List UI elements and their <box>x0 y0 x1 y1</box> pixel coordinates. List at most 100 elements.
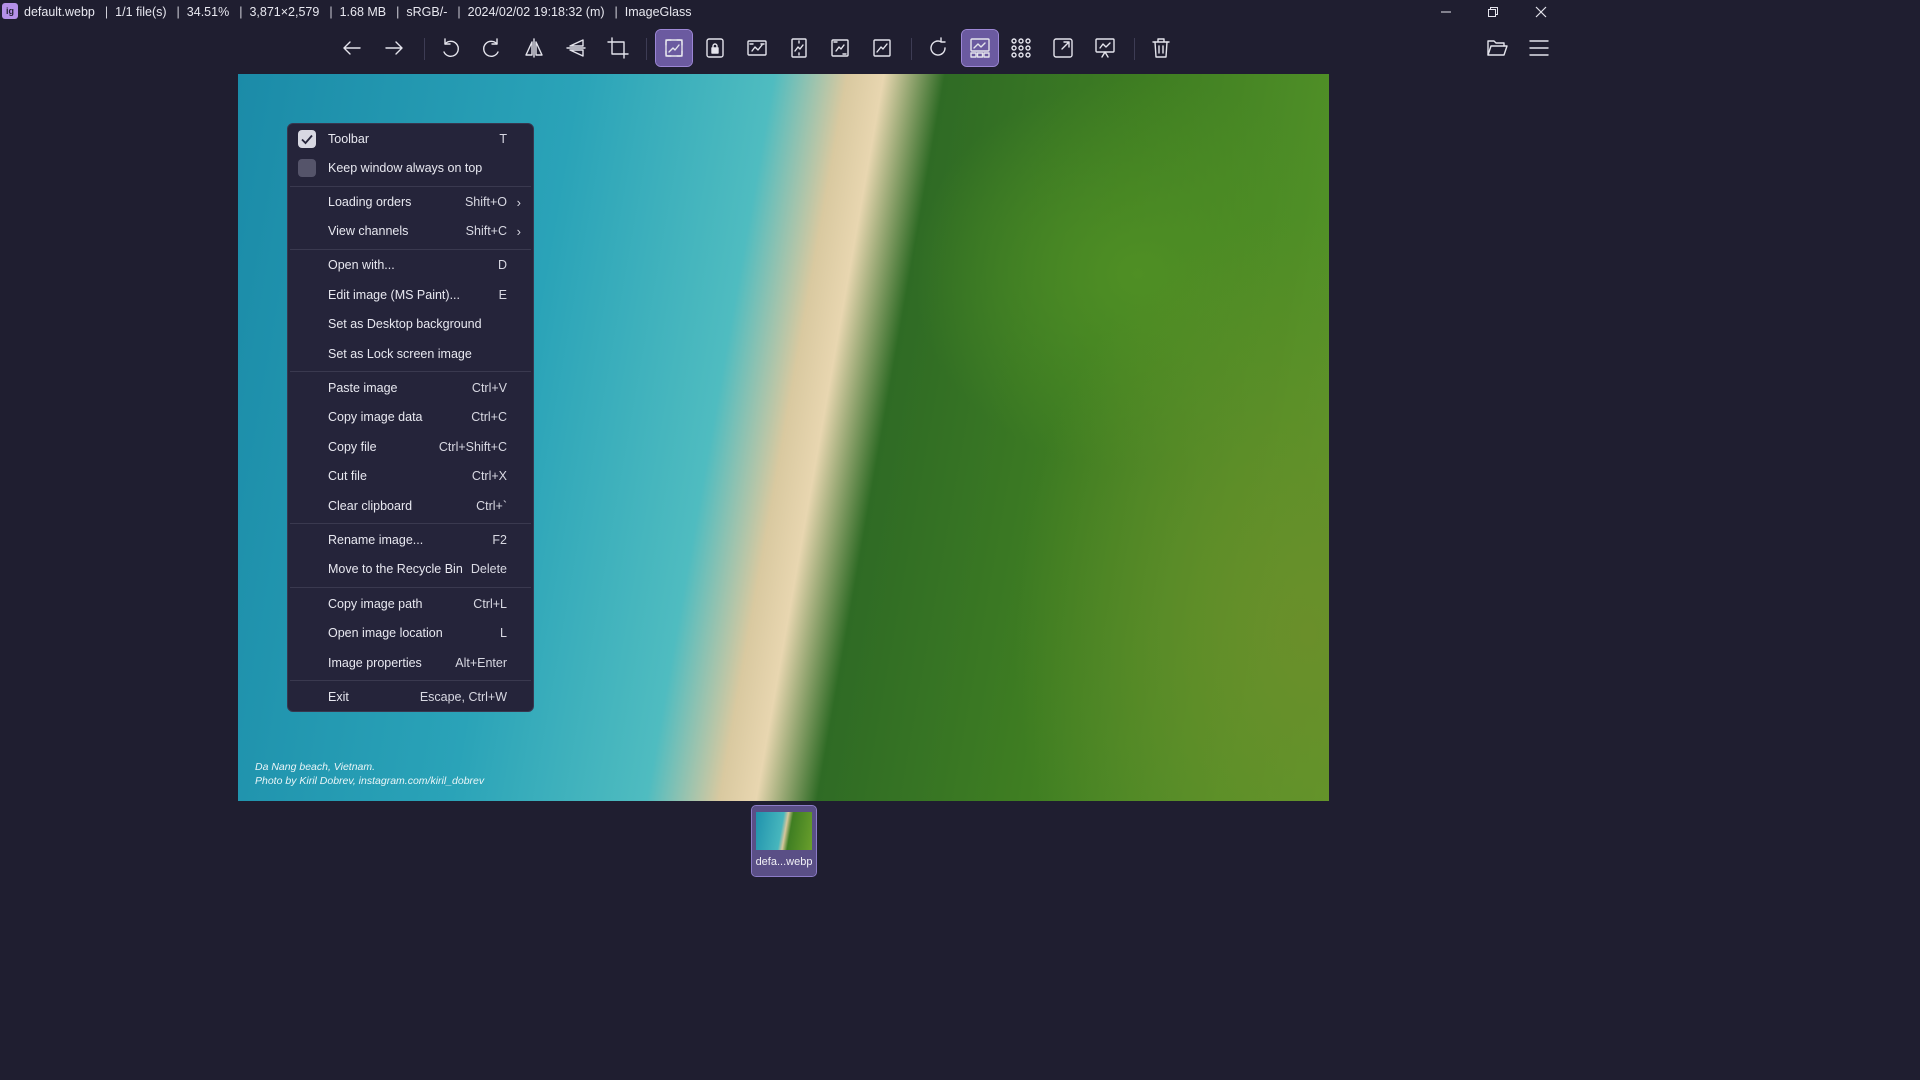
rotate-left-button[interactable] <box>432 30 468 66</box>
folder-open-icon <box>1487 40 1508 56</box>
menu-item-shortcut: Ctrl+X <box>471 469 507 483</box>
menu-item-copy-file[interactable]: Copy file Ctrl+Shift+C <box>290 433 531 461</box>
menu-item-label: Copy file <box>328 440 377 454</box>
menu-item-label: Rename image... <box>328 533 424 547</box>
menu-separator <box>290 249 531 250</box>
menu-item-shortcut: Shift+O <box>464 195 507 209</box>
minimize-button[interactable] <box>1423 0 1469 24</box>
app-logo: ig <box>2 3 18 19</box>
rotate-left-icon <box>443 38 459 57</box>
arrow-right-icon <box>385 41 403 55</box>
menu-item-shortcut: Ctrl+V <box>471 381 507 395</box>
thumbnail-label: defa...webp <box>755 856 813 868</box>
auto-zoom-button[interactable] <box>655 29 693 67</box>
scale-to-fill-button[interactable] <box>864 30 900 66</box>
minimize-icon <box>1441 11 1451 13</box>
menu-item-set-desktop-background[interactable]: Set as Desktop background <box>290 310 531 338</box>
menu-item-open-image-location[interactable]: Open image location L <box>290 619 531 647</box>
menu-item-copy-image-path[interactable]: Copy image path Ctrl+L <box>290 590 531 618</box>
restore-button[interactable] <box>1470 0 1516 24</box>
title-file-size: 1.68 MB <box>339 5 387 19</box>
menu-item-label: Cut file <box>328 469 367 483</box>
thumbnail-image <box>756 812 812 850</box>
menu-item-image-properties[interactable]: Image properties Alt+Enter <box>290 649 531 677</box>
flip-vertical-button[interactable] <box>558 30 594 66</box>
menu-item-view-channels[interactable]: View channels Shift+C › <box>290 217 531 245</box>
checkerboard-button[interactable] <box>1003 30 1039 66</box>
previous-image-button[interactable] <box>334 30 370 66</box>
menu-item-exit[interactable]: Exit Escape, Ctrl+W <box>290 683 531 711</box>
fullscreen-button[interactable] <box>1045 30 1081 66</box>
close-button[interactable] <box>1518 0 1564 24</box>
menu-item-clear-clipboard[interactable]: Clear clipboard Ctrl+` <box>290 492 531 520</box>
menu-item-label: Paste image <box>328 381 398 395</box>
restore-icon <box>1488 7 1498 17</box>
scale-to-fit-icon <box>831 39 849 57</box>
title-filename: default.webp <box>24 5 95 19</box>
menu-item-label: Copy image path <box>328 597 423 611</box>
menu-item-cut-file[interactable]: Cut file Ctrl+X <box>290 462 531 490</box>
title-file-count: 1/1 file(s) <box>115 5 167 19</box>
rotate-right-button[interactable] <box>474 30 510 66</box>
menu-item-label: Loading orders <box>328 195 412 209</box>
gallery-button[interactable] <box>961 29 999 67</box>
menu-item-edit-image[interactable]: Edit image (MS Paint)... E <box>290 281 531 309</box>
refresh-button[interactable] <box>920 30 956 66</box>
menu-item-shortcut: Ctrl+Shift+C <box>438 440 507 454</box>
menu-item-shortcut: L <box>500 626 507 640</box>
menu-item-label: Move to the Recycle Bin <box>328 562 463 576</box>
title-zoom: 34.51% <box>186 5 230 19</box>
menu-separator <box>290 371 531 372</box>
title-info: default.webp | 1/1 file(s) | 34.51% | 3,871… <box>24 5 692 19</box>
delete-button[interactable] <box>1143 30 1179 66</box>
chevron-right-icon: › <box>516 223 521 239</box>
checkmark-icon <box>301 134 313 145</box>
gallery-thumbnail[interactable]: defa...webp <box>751 805 817 877</box>
flip-horizontal-icon <box>525 38 543 58</box>
menu-item-shortcut: Alt+Enter <box>455 656 507 670</box>
menu-item-toolbar[interactable]: Toolbar T <box>290 125 531 153</box>
menu-item-move-to-recycle-bin[interactable]: Move to the Recycle Bin Delete <box>290 555 531 583</box>
close-icon <box>1535 6 1547 18</box>
title-dimensions: 3,871×2,579 <box>249 5 320 19</box>
menu-item-label: Edit image (MS Paint)... <box>328 288 460 302</box>
grid-icon <box>1011 38 1031 58</box>
scale-to-fit-button[interactable] <box>822 30 858 66</box>
gallery-icon <box>970 38 990 58</box>
toolbar-divider <box>911 38 912 60</box>
lock-zoom-icon <box>706 38 724 58</box>
menu-item-open-with[interactable]: Open with... D <box>290 251 531 279</box>
toolbar-divider <box>424 38 425 60</box>
toolbar <box>0 24 1568 72</box>
arrow-left-icon <box>343 41 361 55</box>
menu-item-paste-image[interactable]: Paste image Ctrl+V <box>290 374 531 402</box>
menu-item-label: Open image location <box>328 626 443 640</box>
menu-item-rename-image[interactable]: Rename image... F2 <box>290 526 531 554</box>
lock-zoom-button[interactable] <box>697 30 733 66</box>
scale-to-height-button[interactable] <box>781 30 817 66</box>
slideshow-button[interactable] <box>1087 30 1123 66</box>
scale-to-width-button[interactable] <box>739 30 775 66</box>
menu-item-label: Open with... <box>328 258 395 272</box>
menu-separator <box>290 680 531 681</box>
menu-item-keep-on-top[interactable]: Keep window always on top <box>290 154 531 182</box>
context-menu: Toolbar T Keep window always on top Load… <box>287 123 534 712</box>
auto-zoom-icon <box>665 39 683 57</box>
open-file-button[interactable] <box>1479 30 1515 66</box>
menu-item-label: Copy image data <box>328 410 423 424</box>
next-image-button[interactable] <box>376 30 412 66</box>
hamburger-menu-icon <box>1529 40 1549 56</box>
toolbar-divider <box>1134 38 1135 60</box>
toolbar-checkbox[interactable] <box>298 130 316 148</box>
menu-item-label: Set as Lock screen image <box>328 347 472 361</box>
chevron-right-icon: › <box>516 194 521 210</box>
menu-separator <box>290 186 531 187</box>
main-menu-button[interactable] <box>1521 30 1557 66</box>
keep-on-top-checkbox[interactable] <box>298 159 316 177</box>
menu-item-copy-image-data[interactable]: Copy image data Ctrl+C <box>290 403 531 431</box>
crop-button[interactable] <box>600 30 636 66</box>
flip-horizontal-button[interactable] <box>516 30 552 66</box>
menu-item-loading-orders[interactable]: Loading orders Shift+O › <box>290 188 531 216</box>
menu-item-set-lock-screen[interactable]: Set as Lock screen image <box>290 340 531 368</box>
menu-item-shortcut: Escape, Ctrl+W <box>419 690 507 704</box>
